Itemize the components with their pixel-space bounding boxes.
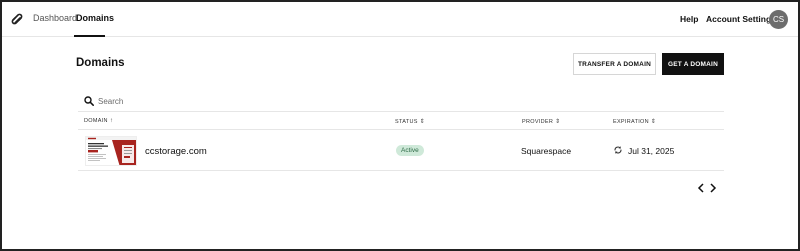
transfer-domain-button[interactable]: TRANSFER A DOMAIN <box>573 53 656 75</box>
search-input[interactable] <box>98 94 698 108</box>
status-badge: Active <box>396 145 424 156</box>
expiration-date: Jul 31, 2025 <box>628 146 675 156</box>
provider-value: Squarespace <box>521 146 572 156</box>
nav-link-domains[interactable]: Domains <box>76 13 114 23</box>
column-header-expiration[interactable]: EXPIRATION ⇕ <box>613 118 657 126</box>
pagination-next-button[interactable] <box>707 182 719 194</box>
search-icon <box>84 96 94 106</box>
column-header-label: STATUS <box>395 118 418 125</box>
domain-name[interactable]: ccstorage.com <box>145 146 207 157</box>
get-domain-button[interactable]: GET A DOMAIN <box>662 53 724 75</box>
page-title: Domains <box>76 57 125 69</box>
column-header-label: PROVIDER <box>522 118 554 125</box>
squarespace-logo-icon[interactable] <box>10 12 24 26</box>
column-header-label: DOMAIN <box>84 118 108 124</box>
search-bar <box>78 92 724 112</box>
active-tab-indicator <box>74 35 105 37</box>
table-row[interactable]: ccstorage.com Active Squarespace Jul 31,… <box>78 130 724 171</box>
top-nav: Dashboard Domains Help Account Settings … <box>2 2 798 37</box>
sort-toggle-icon: ⇕ <box>650 119 657 125</box>
app-window: Dashboard Domains Help Account Settings … <box>0 0 800 251</box>
account-settings-link[interactable]: Account Settings <box>706 14 776 24</box>
auto-renew-icon <box>614 146 622 154</box>
sort-toggle-icon: ⇕ <box>555 119 561 125</box>
sort-ascending-icon: ↑ <box>109 118 114 124</box>
column-header-domain[interactable]: DOMAIN ↑ <box>84 118 113 124</box>
column-header-label: EXPIRATION <box>613 118 649 125</box>
site-thumbnail <box>85 136 137 166</box>
site-thumbnail-image <box>86 137 136 165</box>
column-header-provider[interactable]: PROVIDER ⇕ <box>522 118 561 126</box>
sort-toggle-icon: ⇕ <box>419 119 426 125</box>
chevron-right-icon <box>710 183 717 193</box>
pagination-prev-button[interactable] <box>695 182 707 194</box>
column-header-status[interactable]: STATUS ⇕ <box>395 118 426 126</box>
help-link[interactable]: Help <box>680 14 698 24</box>
chevron-left-icon <box>697 183 704 193</box>
avatar[interactable]: CS <box>769 10 788 29</box>
nav-link-dashboard[interactable]: Dashboard <box>33 13 77 23</box>
